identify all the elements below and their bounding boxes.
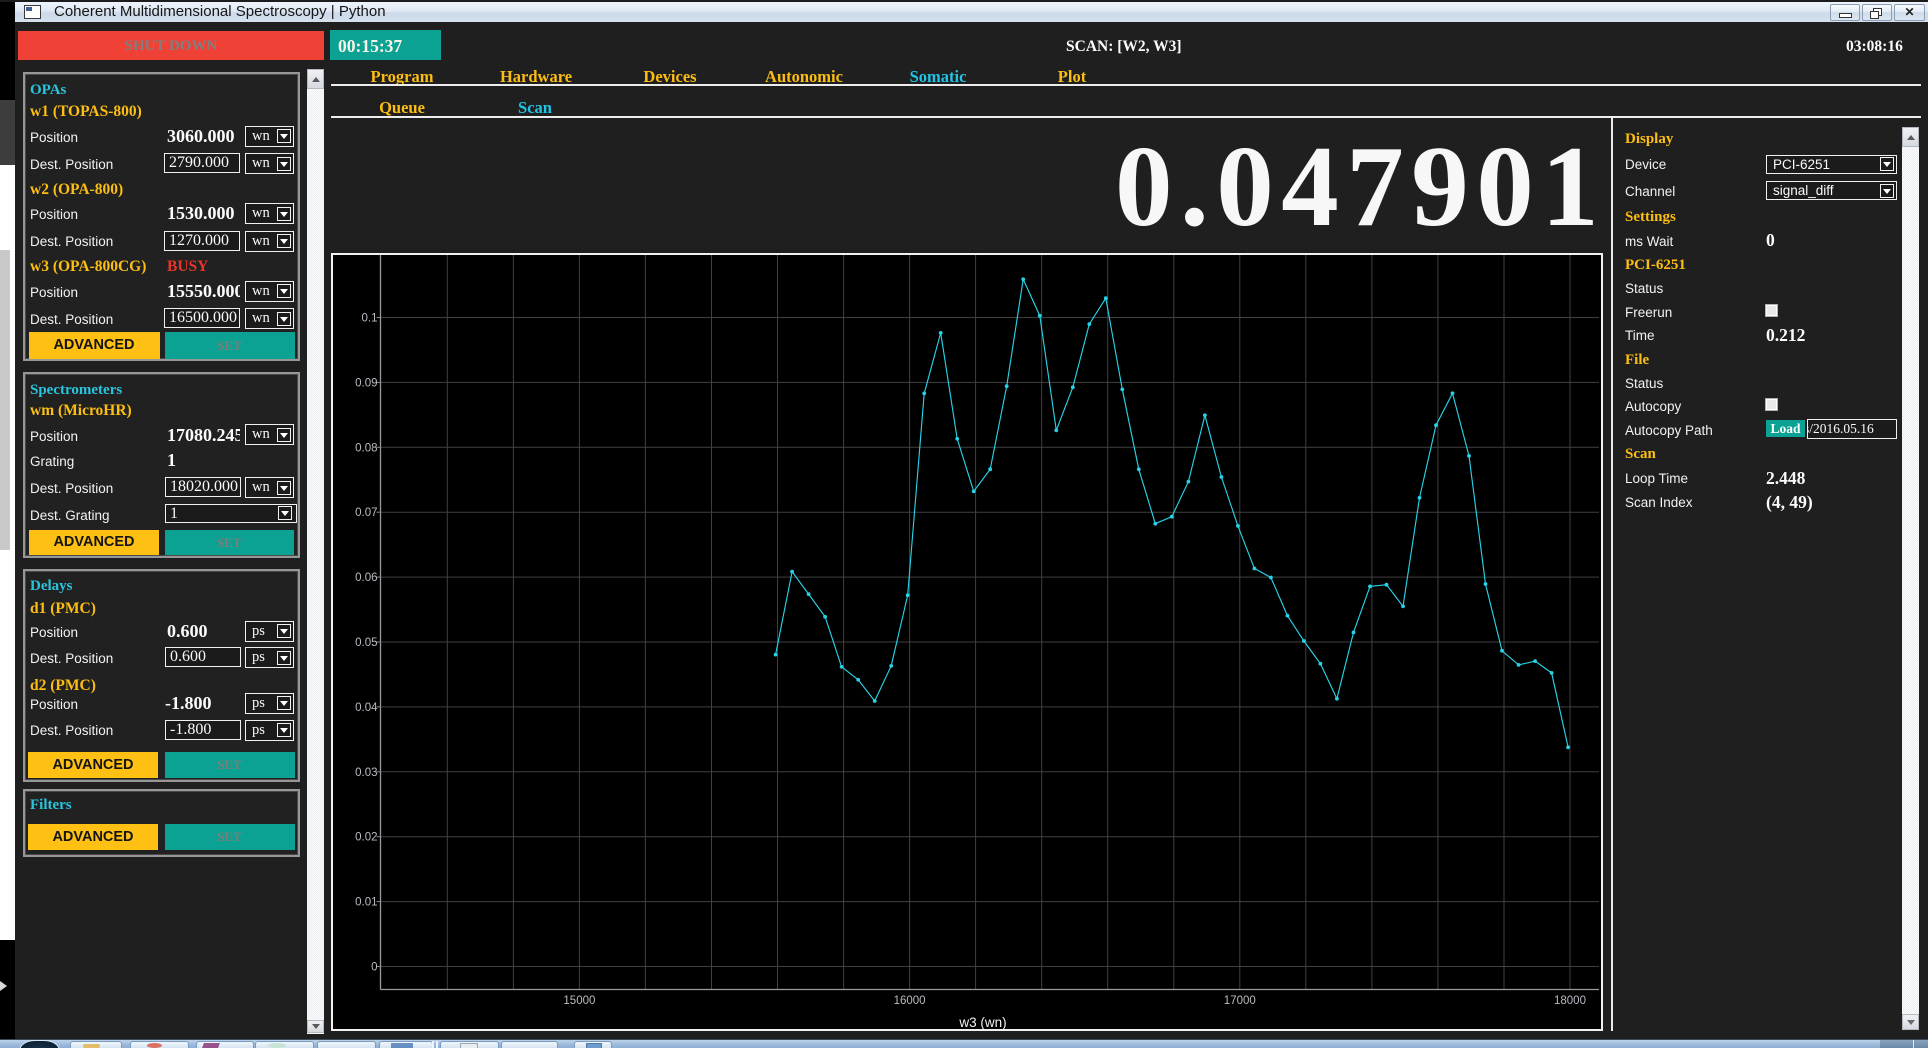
svg-text:0.05: 0.05 xyxy=(355,637,377,649)
svg-text:15000: 15000 xyxy=(563,995,595,1007)
svg-text:0.1: 0.1 xyxy=(362,313,378,325)
svg-text:0.03: 0.03 xyxy=(355,767,377,779)
svg-text:16000: 16000 xyxy=(894,995,926,1007)
svg-text:0.09: 0.09 xyxy=(355,377,377,389)
svg-text:17000: 17000 xyxy=(1224,995,1256,1007)
svg-text:0.08: 0.08 xyxy=(355,442,377,454)
svg-text:0.02: 0.02 xyxy=(355,832,377,844)
svg-text:18000: 18000 xyxy=(1554,995,1586,1007)
svg-text:w3 (wn): w3 (wn) xyxy=(958,1015,1006,1029)
svg-text:0.07: 0.07 xyxy=(355,507,377,519)
svg-text:0: 0 xyxy=(371,962,377,974)
svg-text:0.06: 0.06 xyxy=(355,572,377,584)
svg-text:0.04: 0.04 xyxy=(355,702,378,714)
svg-text:0.01: 0.01 xyxy=(355,897,377,909)
